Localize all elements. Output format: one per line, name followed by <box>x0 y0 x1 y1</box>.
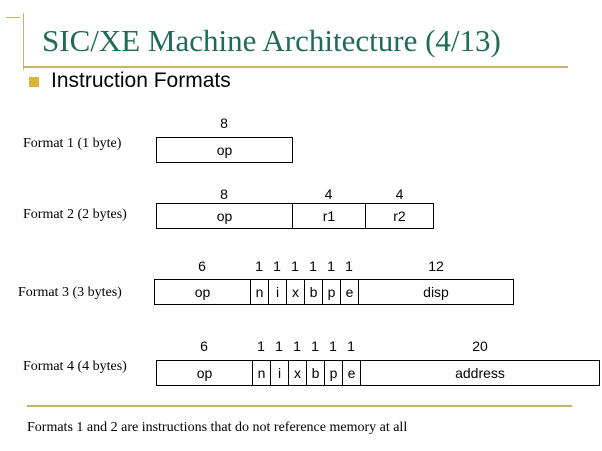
field-x: x <box>289 361 307 385</box>
format-3-bits-p: 1 <box>327 258 335 274</box>
format-4-bits-p: 1 <box>329 338 337 354</box>
format-4-bits-x: 1 <box>293 338 301 354</box>
bullet-text: Instruction Formats <box>51 69 231 92</box>
format-3-bits-op: 6 <box>198 258 206 274</box>
format-4-bits-e: 1 <box>347 338 355 354</box>
format-3-bits-i: 1 <box>273 258 281 274</box>
field-op: op <box>155 280 251 304</box>
left-accent-line <box>23 13 24 70</box>
field-r1: r1 <box>293 204 366 228</box>
field-e: e <box>341 280 359 304</box>
field-e: e <box>343 361 361 385</box>
format-2-bits-r2: 4 <box>395 186 404 202</box>
field-n: n <box>253 361 271 385</box>
field-x: x <box>287 280 305 304</box>
field-n: n <box>251 280 269 304</box>
field-b: b <box>307 361 325 385</box>
format-4-label: Format 4 (4 bytes) <box>23 359 127 374</box>
format-3-bits-n: 1 <box>255 258 263 274</box>
format-3-bits-disp: 12 <box>428 258 444 274</box>
format-3-bits-e: 1 <box>345 258 353 274</box>
field-op: op <box>157 204 293 228</box>
format-2-bits-op: 8 <box>220 186 228 202</box>
field-op: op <box>216 142 233 158</box>
field-op: op <box>157 361 253 385</box>
format-2-label: Format 2 (2 bytes) <box>23 207 127 222</box>
format-4-bits-address: 20 <box>472 338 488 354</box>
field-p: p <box>325 361 343 385</box>
format-4-bits-op: 6 <box>200 338 208 354</box>
format-3-label: Format 3 (3 bytes) <box>18 285 122 300</box>
footer-divider <box>27 405 572 407</box>
format-2-diagram: op r1 r2 <box>156 203 434 229</box>
field-i: i <box>271 361 289 385</box>
field-r2: r2 <box>393 208 406 224</box>
field-p: p <box>323 280 341 304</box>
format-3-bits-x: 1 <box>291 258 299 274</box>
format-3-bits-b: 1 <box>309 258 317 274</box>
field-i: i <box>269 280 287 304</box>
top-accent-line <box>6 17 20 18</box>
square-bullet-icon <box>29 77 39 87</box>
format-3-diagram: op n i x b p e disp <box>154 279 514 305</box>
format-4-bits-i: 1 <box>275 338 283 354</box>
format-1-diagram: op <box>156 137 293 163</box>
footer-note: Formats 1 and 2 are instructions that do… <box>27 420 408 435</box>
format-2-bits-r1: 4 <box>324 186 333 202</box>
format-1-bits-op: 8 <box>220 115 228 131</box>
field-disp: disp <box>423 284 449 300</box>
slide-title: SIC/XE Machine Architecture (4/13) <box>42 23 501 58</box>
field-b: b <box>305 280 323 304</box>
format-1-label: Format 1 (1 byte) <box>23 136 122 151</box>
format-4-bits-b: 1 <box>311 338 319 354</box>
field-address: address <box>455 365 505 381</box>
format-4-diagram: op n i x b p e address <box>156 360 600 386</box>
format-4-bits-n: 1 <box>257 338 265 354</box>
